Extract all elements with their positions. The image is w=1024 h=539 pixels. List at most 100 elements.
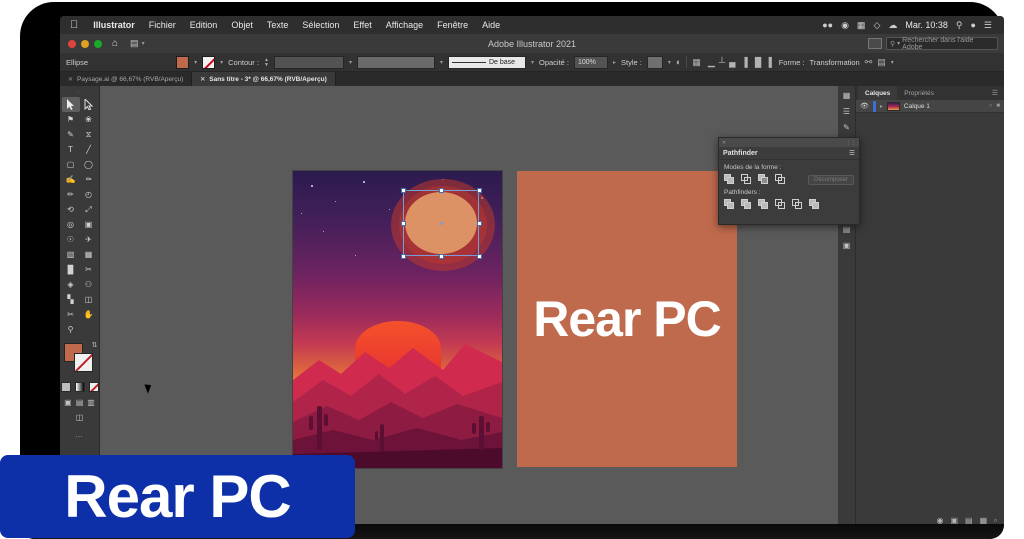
maximize-window-button[interactable] — [94, 39, 102, 48]
drawing-mode-inside-icon[interactable]: ▥ — [87, 398, 95, 407]
rotate-tool[interactable]: ⟲ — [62, 202, 80, 217]
line-segment-tool[interactable]: ╱ — [80, 142, 98, 157]
transform-label[interactable]: Transformation — [810, 58, 860, 67]
screen-record-icon[interactable]: ●● — [822, 20, 833, 30]
chevron-down-icon[interactable]: ▾ — [891, 59, 894, 66]
swap-fill-stroke-icon[interactable]: ⇅ — [92, 341, 98, 349]
menu-item-selection[interactable]: Sélection — [295, 20, 346, 30]
select-similar-icon[interactable]: ▤ — [877, 57, 886, 68]
properties-dock-icon[interactable]: ▦ — [843, 91, 851, 100]
outline-icon[interactable] — [792, 199, 803, 210]
artboard-tool[interactable]: ◫ — [80, 292, 98, 307]
isolate-icon[interactable]: ⚯ — [865, 57, 873, 68]
menu-list-icon[interactable]: ☰ — [984, 20, 992, 30]
none-button[interactable] — [88, 382, 99, 392]
close-icon[interactable]: ✕ — [200, 76, 205, 83]
layer-target-icon[interactable]: ○ — [989, 103, 993, 109]
align-center-icon[interactable]: ┴ — [719, 57, 725, 68]
tab-proprietes[interactable]: Propriétés — [897, 86, 941, 100]
perspective-grid-tool[interactable]: ▧ — [62, 247, 80, 262]
edit-toolbar-icon[interactable]: … — [75, 430, 84, 439]
eyedropper-tool[interactable]: ✂ — [80, 262, 98, 277]
workspace-switcher-icon[interactable]: ▤ ▾ — [130, 38, 145, 49]
free-transform-tool[interactable]: ▣ — [80, 217, 98, 232]
menu-item-affichage[interactable]: Affichage — [379, 20, 430, 30]
magic-wand-tool[interactable]: ⚑ — [62, 112, 80, 127]
drawing-mode-behind-icon[interactable]: ▤ — [76, 398, 84, 407]
selection-handle[interactable] — [476, 187, 482, 193]
drawing-mode-normal-icon[interactable]: ▣ — [64, 398, 72, 407]
transform-dock-icon[interactable]: ▣ — [843, 241, 851, 250]
panel-drag-handle[interactable]: ⋯ — [77, 89, 83, 95]
zoom-tool[interactable]: ⚲ — [62, 322, 80, 337]
minus-front-icon[interactable] — [741, 174, 752, 185]
stroke-color-swatch[interactable] — [202, 55, 216, 69]
arrange-documents-icon[interactable] — [868, 38, 882, 49]
distribute-center-icon[interactable]: █ — [755, 57, 761, 67]
merge-icon[interactable] — [758, 199, 769, 210]
mask-icon[interactable]: ▦ — [692, 57, 701, 68]
collapse-icon[interactable]: ⋮⋮ — [846, 140, 856, 146]
blend-tool[interactable]: ◈ — [62, 277, 80, 292]
stroke-profile-field[interactable] — [356, 55, 435, 69]
wifi-icon[interactable]: ☁ — [888, 20, 897, 30]
menu-item-objet[interactable]: Objet — [224, 20, 260, 30]
display-icon[interactable]: ▦ — [857, 20, 866, 30]
chevron-down-icon[interactable]: ▾ — [194, 59, 197, 66]
pathfinder-title[interactable]: Pathfinder — [723, 150, 758, 157]
live-paint-tool[interactable]: ✈ — [80, 232, 98, 247]
search-icon[interactable]: ⚲ — [956, 20, 963, 30]
align-dock-icon[interactable]: ▤ — [843, 225, 851, 234]
selection-handle[interactable] — [400, 220, 406, 226]
minus-back-icon[interactable] — [809, 199, 820, 210]
align-left-icon[interactable]: ▁ — [708, 57, 715, 68]
panel-menu-icon[interactable]: ☰ — [992, 89, 1002, 97]
paintbrush-tool[interactable]: ✍ — [62, 172, 80, 187]
rear-pc-text[interactable]: Rear PC — [533, 290, 722, 348]
menu-item-aide[interactable]: Aide — [475, 20, 507, 30]
artboard-paysage[interactable] — [293, 171, 502, 468]
artboard-rear-pc[interactable]: Rear PC — [517, 171, 737, 467]
slice-tool[interactable]: ✂ — [62, 307, 80, 322]
color-button[interactable] — [60, 382, 71, 392]
selection-handle[interactable] — [400, 253, 406, 259]
selection-tool[interactable] — [61, 97, 80, 112]
chevron-right-icon[interactable]: ▸ — [880, 103, 883, 110]
stroke-weight-stepper[interactable]: ▲ ▼ — [264, 57, 269, 67]
hand-tool[interactable]: ✋ — [80, 307, 98, 322]
align-right-icon[interactable]: ▄ — [729, 57, 735, 68]
panel-drag-bar[interactable]: ✕ ⋮⋮ — [719, 138, 859, 147]
close-window-button[interactable] — [68, 39, 76, 48]
curvature-tool[interactable]: ⧖ — [80, 127, 98, 142]
decompose-button[interactable]: Décomposer — [807, 174, 854, 185]
graphic-style-swatch[interactable] — [646, 55, 663, 69]
scale-tool[interactable]: ⤢ — [80, 202, 98, 217]
column-graph-tool[interactable]: ▚ — [62, 292, 80, 307]
intersect-icon[interactable] — [758, 174, 769, 185]
menu-item-fenetre[interactable]: Fenêtre — [430, 20, 475, 30]
bluetooth-icon[interactable]: ◇ — [873, 20, 880, 30]
distribute-right-icon[interactable]: ▐ — [765, 57, 771, 67]
chevron-down-icon[interactable]: ▾ — [349, 59, 352, 66]
panel-menu-icon[interactable]: ☰ — [849, 149, 855, 157]
type-tool[interactable]: T — [62, 142, 80, 157]
layer-name[interactable]: Calque 1 — [904, 103, 930, 110]
toolbar-stroke-swatch[interactable] — [73, 353, 93, 372]
divide-icon[interactable] — [724, 199, 735, 210]
tab-calques[interactable]: Calques — [858, 86, 898, 100]
fill-color-swatch[interactable] — [176, 55, 190, 69]
stroke-weight-field[interactable] — [273, 55, 344, 69]
siri-icon[interactable]: ● — [970, 20, 975, 30]
menu-item-fichier[interactable]: Fichier — [142, 20, 183, 30]
pencil-tool[interactable]: ✏ — [62, 187, 80, 202]
selection-handle[interactable] — [438, 253, 444, 259]
selection-handle[interactable] — [438, 187, 444, 193]
close-icon[interactable]: ✕ — [68, 76, 73, 83]
opacity-field[interactable]: 100% — [574, 55, 608, 69]
trim-icon[interactable] — [741, 199, 752, 210]
pathfinder-panel[interactable]: ✕ ⋮⋮ Pathfinder ☰ Modes de la forme : Dé… — [718, 137, 860, 225]
menu-item-texte[interactable]: Texte — [260, 20, 296, 30]
lasso-tool[interactable]: ❀ — [80, 112, 98, 127]
chevron-down-icon[interactable]: ▾ — [668, 59, 671, 66]
rectangle-tool[interactable]: ▢ — [62, 157, 80, 172]
